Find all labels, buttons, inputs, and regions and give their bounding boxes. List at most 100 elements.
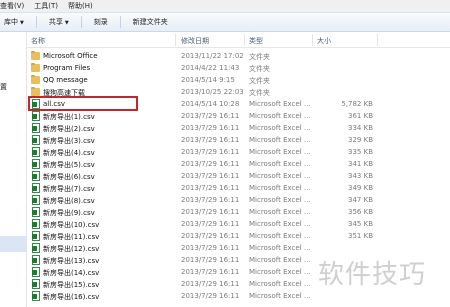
file-name: 新房导出(9).csv (43, 209, 95, 217)
excel-csv-icon (32, 291, 40, 301)
excel-csv-icon (32, 147, 40, 157)
file-type: Microsoft Excel ... (249, 280, 311, 288)
file-name: QQ message (43, 76, 88, 84)
file-row[interactable]: 新房导出(12).csv 2013/7/29 16:11 Microsoft Exc… (27, 242, 450, 254)
excel-csv-icon (32, 243, 40, 253)
file-date: 2013/7/29 16:11 (181, 148, 240, 156)
excel-csv-icon (32, 207, 40, 217)
file-date: 2014/5/14 9:15 (181, 76, 235, 84)
excel-csv-icon (32, 135, 40, 145)
share-label: 共享 (48, 18, 63, 26)
file-row[interactable]: 新房导出(7).csv 2013/7/29 16:11 Microsoft Exce… (27, 182, 450, 194)
file-name: 新房导出(13).csv (43, 257, 100, 265)
highlight-box (28, 96, 138, 111)
toolbar: 库中 ▼ 共享 ▼ 刻录 新建文件夹 (0, 13, 450, 32)
file-size: 5,782 KB (341, 100, 373, 108)
file-row[interactable]: 新房导出(11).csv 2013/7/29 16:11 Microsoft Exc… (27, 230, 450, 242)
file-row[interactable]: QQ message 2014/5/14 9:15 文件夹 (27, 74, 450, 86)
navigation-pane[interactable]: 置 (0, 32, 27, 307)
file-date: 2013/7/29 16:11 (181, 196, 240, 204)
file-row[interactable]: 新房导出(8).csv 2013/7/29 16:11 Microsoft Exce… (27, 194, 450, 206)
file-date: 2013/7/29 16:11 (181, 124, 240, 132)
file-date: 2013/7/29 16:11 (181, 232, 240, 240)
burn-button[interactable]: 刻录 (90, 15, 112, 29)
file-date: 2013/7/29 16:11 (181, 268, 240, 276)
file-type: Microsoft Excel ... (249, 136, 311, 144)
file-type: Microsoft Excel ... (249, 196, 311, 204)
file-row[interactable]: 新房导出(1).csv 2013/7/29 16:11 Microsoft Exce… (27, 110, 450, 122)
column-type[interactable]: 类型 (249, 36, 263, 46)
menu-tools[interactable]: 工具(T) (34, 1, 58, 11)
file-row[interactable]: 新房导出(16).csv 2013/7/29 16:11 Microsoft Exc… (27, 290, 450, 302)
file-row[interactable]: 新房导出(3).csv 2013/7/29 16:11 Microsoft Exce… (27, 134, 450, 146)
folder-icon (31, 87, 40, 96)
file-date: 2014/4/22 11:43 (181, 64, 240, 72)
menu-help[interactable]: 帮助(H) (68, 1, 93, 11)
column-header: 名称 修改日期 类型 大小 (27, 33, 450, 48)
file-name: 新房导出(14).csv (43, 269, 100, 277)
watermark: 软件技巧 (318, 260, 427, 290)
file-type: Microsoft Excel ... (249, 184, 311, 192)
file-row[interactable]: Program Files 2014/4/22 11:43 文件夹 (27, 62, 450, 74)
file-date: 2013/10/25 22:03 (181, 88, 244, 96)
toolbar-divider (80, 16, 82, 28)
file-name: 新房导出(12).csv (43, 245, 100, 253)
file-name: 新房导出(1).csv (43, 113, 95, 121)
file-row[interactable]: 新房导出(10).csv 2013/7/29 16:11 Microsoft Exc… (27, 218, 450, 230)
file-row[interactable]: Microsoft Office 2013/11/22 17:02 文件夹 (27, 50, 450, 62)
file-name: Program Files (43, 64, 91, 72)
excel-csv-icon (32, 183, 40, 193)
column-date-modified[interactable]: 修改日期 (181, 36, 209, 46)
file-date: 2013/7/29 16:11 (181, 220, 240, 228)
file-name: 新房导出(5).csv (43, 161, 95, 169)
file-date: 2013/7/29 16:11 (181, 244, 240, 252)
file-size: 335 KB (348, 148, 373, 156)
file-date: 2013/7/29 16:11 (181, 172, 240, 180)
include-in-library-button[interactable]: 库中 ▼ (0, 15, 28, 29)
file-row[interactable]: 新房导出(9).csv 2013/7/29 16:11 Microsoft Exce… (27, 206, 450, 218)
file-type: Microsoft Excel ... (249, 112, 311, 120)
column-divider[interactable] (244, 34, 245, 46)
column-name[interactable]: 名称 (31, 36, 45, 46)
column-divider[interactable] (312, 34, 313, 46)
file-size: 329 KB (348, 136, 373, 144)
excel-csv-icon (32, 123, 40, 133)
menu-bar: 查看(V) 工具(T) 帮助(H) (0, 0, 450, 13)
nav-item-label[interactable]: 置 (0, 82, 7, 92)
folder-icon (31, 51, 40, 60)
new-folder-button[interactable]: 新建文件夹 (129, 15, 172, 29)
file-row[interactable]: 新房导出(2).csv 2013/7/29 16:11 Microsoft Exce… (27, 122, 450, 134)
file-type: Microsoft Excel ... (249, 208, 311, 216)
file-name: 新房导出(3).csv (43, 137, 95, 145)
excel-csv-icon (32, 279, 40, 289)
excel-csv-icon (32, 171, 40, 181)
share-button[interactable]: 共享 ▼ (45, 15, 73, 29)
file-type: Microsoft Excel ... (249, 160, 311, 168)
file-size: 356 KB (348, 208, 373, 216)
file-date: 2013/7/29 16:11 (181, 256, 240, 264)
file-row[interactable]: 新房导出(4).csv 2013/7/29 16:11 Microsoft Exce… (27, 146, 450, 158)
file-row[interactable]: 新房导出(6).csv 2013/7/29 16:11 Microsoft Exce… (27, 170, 450, 182)
file-name: 新房导出(16).csv (43, 293, 100, 301)
nav-selected-item[interactable] (0, 236, 26, 252)
excel-csv-icon (32, 255, 40, 265)
file-type: Microsoft Excel ... (249, 268, 311, 276)
file-date: 2013/7/29 16:11 (181, 136, 240, 144)
file-date: 2013/7/29 16:11 (181, 160, 240, 168)
file-type: Microsoft Excel ... (249, 220, 311, 228)
column-size[interactable]: 大小 (317, 36, 331, 46)
file-type: 文件夹 (249, 89, 270, 97)
file-date: 2013/7/29 16:11 (181, 280, 240, 288)
column-divider[interactable] (377, 34, 378, 46)
file-size: 334 KB (348, 124, 373, 132)
file-size: 351 KB (348, 232, 373, 240)
file-row[interactable]: 新房导出(5).csv 2013/7/29 16:11 Microsoft Exce… (27, 158, 450, 170)
chevron-down-icon: ▼ (20, 20, 24, 26)
file-size: 349 KB (348, 184, 373, 192)
file-type: Microsoft Excel ... (249, 244, 311, 252)
file-size: 345 KB (348, 220, 373, 228)
menu-view[interactable]: 查看(V) (0, 1, 24, 11)
folder-icon (31, 75, 40, 84)
column-divider[interactable] (175, 34, 176, 46)
file-type: 文件夹 (249, 65, 270, 73)
